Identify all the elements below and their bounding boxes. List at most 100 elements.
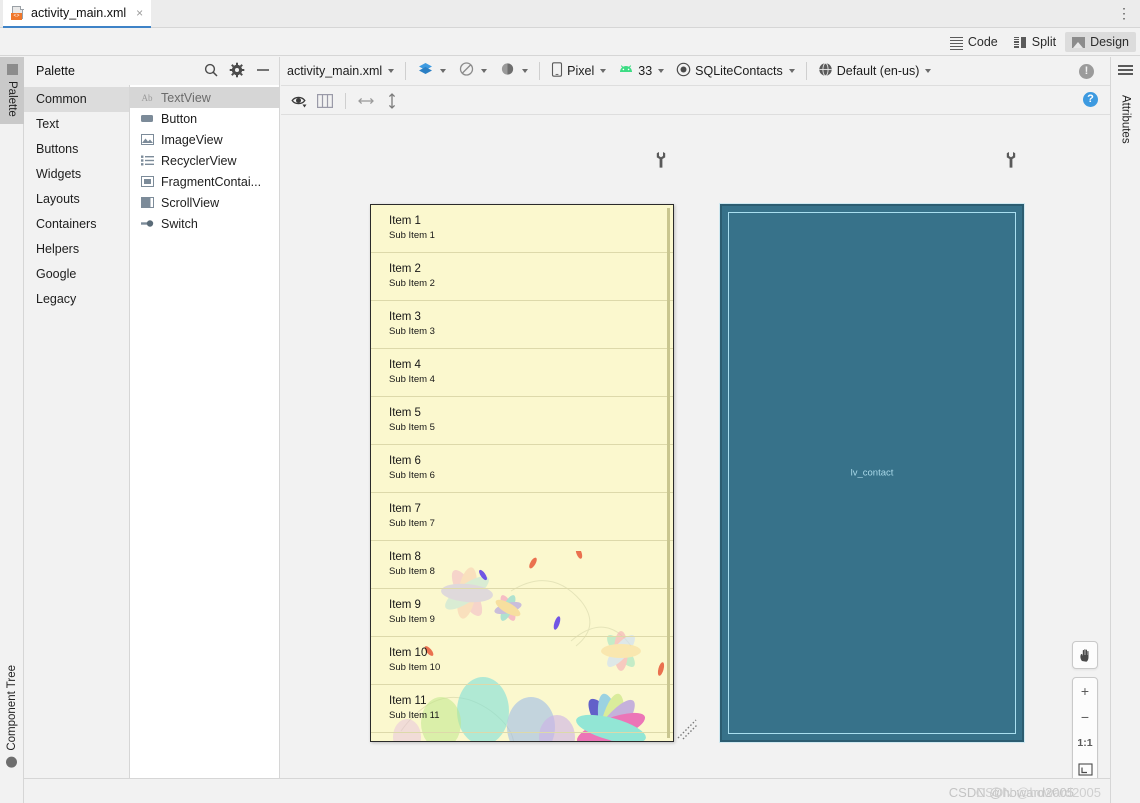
globe-icon bbox=[818, 62, 833, 80]
palette-category-layouts[interactable]: Layouts bbox=[24, 187, 129, 212]
palette-category-label: Widgets bbox=[36, 167, 82, 181]
design-blueprint-panes-icon[interactable] bbox=[313, 90, 337, 112]
switch-icon bbox=[140, 217, 154, 231]
list-item[interactable]: Item 7 Sub Item 7 bbox=[371, 493, 673, 541]
list-item-subtitle: Sub Item 10 bbox=[389, 662, 441, 673]
palette-item-button[interactable]: Button bbox=[130, 108, 279, 129]
listview-lv-contact[interactable]: Item 1 Sub Item 1 Item 2 Sub Item 2 Item… bbox=[371, 205, 673, 741]
design-surface: ? Item 1 Sub Item 1 Item 2 Sub Item 2 It… bbox=[281, 86, 1110, 778]
ui-mode-button[interactable] bbox=[493, 57, 534, 86]
theme-selector[interactable]: SQLiteContacts bbox=[670, 57, 801, 86]
list-item[interactable]: Item 3 Sub Item 3 bbox=[371, 301, 673, 349]
actual-size-button[interactable]: 1:1 bbox=[1072, 730, 1098, 756]
blueprint-component-bounds[interactable]: lv_contact bbox=[728, 212, 1016, 734]
editor-tab-activity-main-xml[interactable]: <> activity_main.xml × bbox=[3, 0, 152, 28]
close-icon[interactable]: × bbox=[136, 6, 143, 20]
layout-file-selector[interactable]: activity_main.xml bbox=[281, 57, 400, 86]
attributes-toggle-icon[interactable] bbox=[1118, 65, 1133, 77]
sidebar-item-palette[interactable]: Palette bbox=[0, 57, 24, 124]
design-view-icon bbox=[1072, 36, 1086, 48]
recyclerview-icon bbox=[140, 154, 154, 168]
editor-mode-bar: Code Split Design bbox=[0, 28, 1140, 56]
help-icon[interactable]: ? bbox=[1083, 92, 1098, 107]
list-item[interactable]: Item 2 Sub Item 2 bbox=[371, 253, 673, 301]
palette-category-label: Containers bbox=[36, 217, 97, 231]
zoom-in-button[interactable]: + bbox=[1072, 678, 1098, 704]
list-item[interactable]: Item 5 Sub Item 5 bbox=[371, 397, 673, 445]
palette-item-fragmentcontainerview[interactable]: FragmentContai... bbox=[130, 171, 279, 192]
zoom-to-fit-icon[interactable] bbox=[1072, 756, 1098, 778]
design-surface-toolbar: ? bbox=[281, 86, 1110, 115]
list-item-title: Item 7 bbox=[389, 503, 421, 515]
palette-item-recyclerview[interactable]: RecyclerView bbox=[130, 150, 279, 171]
palette-category-label: Text bbox=[36, 117, 59, 131]
eye-visibility-icon[interactable] bbox=[287, 90, 311, 112]
tab-code-label: Code bbox=[967, 35, 998, 49]
tab-design[interactable]: Design bbox=[1065, 32, 1136, 52]
status-bar: CSDN @howard2005 CSDN @howard2005 bbox=[24, 778, 1110, 803]
sidebar-item-attributes[interactable]: Attributes bbox=[1111, 87, 1140, 152]
tab-split[interactable]: Split bbox=[1007, 32, 1063, 52]
list-item-title: Item 6 bbox=[389, 455, 421, 467]
list-item-subtitle: Sub Item 11 bbox=[389, 710, 440, 721]
design-surface-tool-group bbox=[281, 86, 404, 115]
palette-item-switch[interactable]: Switch bbox=[130, 213, 279, 234]
horizontal-arrow-icon[interactable] bbox=[354, 90, 378, 112]
palette-category-label: Legacy bbox=[36, 292, 77, 306]
device-selector[interactable]: Pixel bbox=[545, 57, 612, 86]
list-item[interactable]: Item 10 Sub Item 10 bbox=[371, 637, 673, 685]
chevron-down-icon bbox=[440, 69, 447, 73]
list-item[interactable]: Item 6 Sub Item 6 bbox=[371, 445, 673, 493]
list-item[interactable]: Item 8 Sub Item 8 bbox=[371, 541, 673, 589]
chevron-down-icon bbox=[658, 69, 665, 73]
palette-category-text[interactable]: Text bbox=[24, 112, 129, 137]
theme-icon bbox=[676, 62, 691, 80]
no-theme-button[interactable] bbox=[452, 57, 493, 86]
list-item[interactable]: Item 1 Sub Item 1 bbox=[371, 205, 673, 253]
palette-category-helpers[interactable]: Helpers bbox=[24, 237, 129, 262]
palette-category-common[interactable]: Common bbox=[24, 87, 129, 112]
issue-notification-icon[interactable]: ! bbox=[1079, 64, 1094, 79]
palette-icon bbox=[6, 64, 18, 75]
left-tool-strip: Palette Component Tree bbox=[0, 57, 24, 803]
api-level-selector[interactable]: 33 bbox=[612, 57, 670, 86]
palette-item-scrollview[interactable]: ScrollView bbox=[130, 192, 279, 213]
list-item[interactable]: Item 4 Sub Item 4 bbox=[371, 349, 673, 397]
vertical-arrow-icon[interactable] bbox=[380, 90, 404, 112]
palette-item-imageview[interactable]: ImageView bbox=[130, 129, 279, 150]
palette-category-google[interactable]: Google bbox=[24, 262, 129, 287]
blueprint-config-wrench-icon[interactable] bbox=[1004, 152, 1018, 168]
palette-category-legacy[interactable]: Legacy bbox=[24, 287, 129, 312]
minimize-icon[interactable] bbox=[255, 62, 271, 78]
palette-item-label: TextView bbox=[161, 90, 211, 105]
gear-icon[interactable] bbox=[229, 62, 245, 78]
list-item-subtitle: Sub Item 3 bbox=[389, 326, 435, 337]
list-scrollbar[interactable] bbox=[667, 208, 670, 738]
device-label: Pixel bbox=[567, 64, 595, 78]
rendered-preview[interactable]: Item 1 Sub Item 1 Item 2 Sub Item 2 Item… bbox=[370, 204, 674, 742]
theme-layers-button[interactable] bbox=[411, 57, 452, 86]
blueprint-preview[interactable]: lv_contact bbox=[720, 204, 1024, 742]
palette-category-buttons[interactable]: Buttons bbox=[24, 137, 129, 162]
preview-config-wrench-icon[interactable] bbox=[654, 152, 668, 168]
palette-item-label: FragmentContai... bbox=[161, 174, 262, 189]
design-canvas[interactable]: Item 1 Sub Item 1 Item 2 Sub Item 2 Item… bbox=[281, 116, 1110, 778]
palette-category-containers[interactable]: Containers bbox=[24, 212, 129, 237]
list-item[interactable]: Item 11 Sub Item 11 bbox=[371, 685, 673, 733]
more-options-icon[interactable]: ⋮ bbox=[1116, 6, 1132, 22]
button-icon bbox=[140, 112, 154, 126]
pan-hand-icon[interactable] bbox=[1072, 642, 1098, 668]
locale-selector[interactable]: Default (en-us) bbox=[812, 57, 938, 86]
preview-resize-handle[interactable] bbox=[676, 718, 698, 740]
palette-item-textview[interactable]: Ab TextView bbox=[130, 87, 279, 108]
palette-item-label: ScrollView bbox=[161, 195, 220, 210]
tab-code[interactable]: Code bbox=[943, 32, 1005, 52]
palette-category-widgets[interactable]: Widgets bbox=[24, 162, 129, 187]
list-item-subtitle: Sub Item 5 bbox=[389, 422, 435, 433]
sidebar-item-attributes-label: Attributes bbox=[1119, 95, 1132, 144]
zoom-out-button[interactable]: − bbox=[1072, 704, 1098, 730]
list-item-title: Item 10 bbox=[389, 647, 428, 659]
sidebar-item-component-tree[interactable]: Component Tree bbox=[0, 658, 24, 775]
search-icon[interactable] bbox=[203, 62, 219, 78]
list-item[interactable]: Item 9 Sub Item 9 bbox=[371, 589, 673, 637]
